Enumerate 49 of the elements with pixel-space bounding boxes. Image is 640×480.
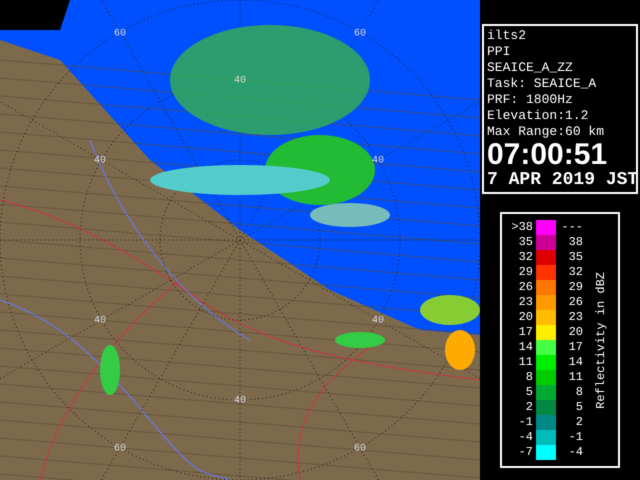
info-line: Max Range:60 km xyxy=(487,124,606,140)
legend-low: 32 xyxy=(518,250,534,265)
legend-high: 32 xyxy=(568,265,584,280)
range-label: 60 xyxy=(354,444,366,455)
legend-low: >38 xyxy=(510,220,534,235)
legend-high: 23 xyxy=(568,310,584,325)
legend-high: 29 xyxy=(568,280,584,295)
legend-high: 2 xyxy=(574,415,584,430)
legend-high: 20 xyxy=(568,325,584,340)
legend-title: Reflectivity in dBZ xyxy=(594,272,608,408)
legend-high: -1 xyxy=(568,430,584,445)
legend-low: 26 xyxy=(518,280,534,295)
range-label: 40 xyxy=(234,76,246,87)
legend-high: 17 xyxy=(568,340,584,355)
range-label: 60 xyxy=(114,28,126,40)
range-label: 60 xyxy=(114,444,126,455)
info-line: PPI xyxy=(487,44,512,60)
legend-high: 11 xyxy=(568,370,584,385)
info-line: Task: SEAICE_A xyxy=(487,76,598,92)
legend-high: 14 xyxy=(568,355,584,370)
legend-high: 38 xyxy=(568,235,584,250)
legend-low: -7 xyxy=(518,445,534,460)
legend-high: 26 xyxy=(568,295,584,310)
range-label: 40 xyxy=(372,316,384,327)
legend-low: -1 xyxy=(518,415,534,430)
info-line: Elevation:1.2 xyxy=(487,108,590,124)
range-label: 40 xyxy=(234,396,246,407)
legend-high: --- xyxy=(560,220,584,235)
legend-low: 20 xyxy=(518,310,534,325)
legend-high: 8 xyxy=(574,385,584,400)
range-label: 60 xyxy=(354,28,366,40)
info-line: SEAICE_A_ZZ xyxy=(487,60,574,76)
legend-low: 5 xyxy=(524,385,534,400)
legend-low: -4 xyxy=(518,430,534,445)
info-line: ilts2 xyxy=(487,28,528,44)
legend-low: 8 xyxy=(524,370,534,385)
legend-low: 35 xyxy=(518,235,534,250)
legend-low: 29 xyxy=(518,265,534,280)
time-text: 07:00:51 xyxy=(487,140,608,170)
legend-low: 2 xyxy=(524,400,534,415)
legend-low: 11 xyxy=(518,355,534,370)
legend-low: 14 xyxy=(518,340,534,355)
legend-high: 5 xyxy=(574,400,584,415)
range-label: 40 xyxy=(94,316,106,327)
legend-low: 23 xyxy=(518,295,534,310)
info-line: PRF: 1800Hz xyxy=(487,92,574,108)
legend-low: 17 xyxy=(518,325,534,340)
legend-high: -4 xyxy=(568,445,584,460)
legend-high: 35 xyxy=(568,250,584,265)
